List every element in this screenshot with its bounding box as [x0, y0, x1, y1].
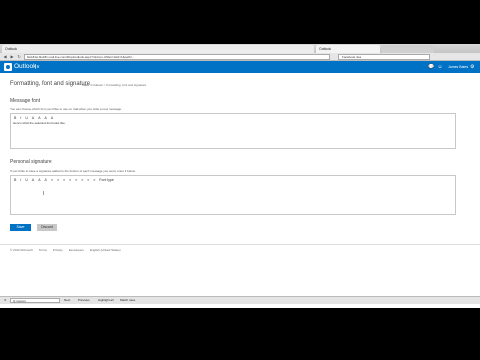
signature-toolbar: B I U A A A ≡ ≡ ≡ ≡ ≡ ≡ ≡ ≡ Font type: [14, 178, 118, 182]
footer-link-1[interactable]: Terms: [39, 248, 47, 252]
mf-tool-2[interactable]: U: [25, 116, 28, 120]
sig-tool-1[interactable]: I: [20, 178, 21, 182]
find-previous-button[interactable]: Previous: [78, 297, 90, 304]
sig-tool-4[interactable]: A: [38, 178, 40, 182]
user-name[interactable]: James Bates: [448, 62, 468, 72]
font-sample-text: Here's what the selected font looks like…: [13, 121, 66, 125]
message-font-description: You can choose which font you'd like to …: [10, 107, 122, 111]
sig-tool-12[interactable]: ≡: [87, 178, 89, 182]
sig-tool-6[interactable]: ≡: [51, 178, 53, 182]
message-font-heading: Message font: [10, 98, 41, 104]
sig-tool-11[interactable]: ≡: [81, 178, 83, 182]
find-bar: ✕ Q mycom Next Previous Highlight all Ma…: [0, 296, 480, 304]
browser-search-input[interactable]: Facebook 4oa: [338, 54, 430, 60]
signature-heading: Personal signature: [10, 159, 52, 165]
mf-tool-4[interactable]: A: [38, 116, 40, 120]
footer-link-3[interactable]: Developers: [69, 248, 84, 252]
sig-tool-7[interactable]: ≡: [57, 178, 59, 182]
mf-tool-6[interactable]: A: [51, 116, 53, 120]
sig-tool-2[interactable]: U: [25, 178, 28, 182]
chat-icon[interactable]: 💬: [428, 64, 434, 70]
footer: © 2012 Microsoft Terms Privacy Developers En…: [10, 248, 127, 252]
text-cursor-icon: I: [43, 191, 45, 197]
sig-tool-5[interactable]: A: [45, 178, 47, 182]
mf-tool-1[interactable]: I: [20, 116, 21, 120]
footer-link-0: © 2012 Microsoft: [10, 248, 33, 252]
forward-icon[interactable]: ▶: [9, 54, 15, 60]
sig-tool-14[interactable]: Font type: [99, 178, 114, 182]
tab-outlook-2[interactable]: Outlook: [316, 45, 380, 53]
footer-divider: [0, 244, 480, 245]
mf-tool-5[interactable]: A: [45, 116, 47, 120]
people-icon[interactable]: ☺: [437, 64, 443, 70]
sig-tool-8[interactable]: ≡: [63, 178, 65, 182]
sig-tool-10[interactable]: ≡: [75, 178, 77, 182]
reload-icon[interactable]: ↻: [16, 54, 22, 60]
tab-outlook[interactable]: Outlook: [2, 45, 314, 53]
sig-tool-13[interactable]: ≡: [93, 178, 95, 182]
find-next-button[interactable]: Next: [64, 297, 70, 304]
browser-toolbar: ◀ ▶ ↻ blu181w.blu181.mail.live.com/#/opt…: [0, 53, 480, 61]
breadcrumb[interactable]: Make it Outlook > Formatting, font and s…: [82, 83, 146, 87]
match-case-checkbox[interactable]: Match case: [120, 297, 135, 304]
sig-tool-3[interactable]: A: [32, 178, 34, 182]
app-name[interactable]: Outlook: [14, 62, 36, 72]
signature-editor[interactable]: B I U A A A ≡ ≡ ≡ ≡ ≡ ≡ ≡ ≡ Font type I: [10, 175, 456, 215]
highlight-all-button[interactable]: Highlight all: [98, 297, 114, 304]
tab-bar: Outlook Outlook: [0, 44, 480, 53]
signature-description: If you'd like to have a signature added …: [10, 169, 136, 173]
tab-new[interactable]: [382, 45, 434, 53]
mf-tool-3[interactable]: A: [32, 116, 34, 120]
sig-tool-9[interactable]: ≡: [69, 178, 71, 182]
footer-link-4[interactable]: English (United States): [90, 248, 121, 252]
outlook-logo-icon[interactable]: [4, 63, 12, 71]
footer-link-2[interactable]: Privacy: [53, 248, 63, 252]
mf-tool-0[interactable]: B: [14, 116, 16, 120]
back-icon[interactable]: ◀: [2, 54, 8, 60]
sig-tool-0[interactable]: B: [14, 178, 16, 182]
save-button[interactable]: Save: [10, 224, 31, 231]
page-title: Formatting, font and signature: [10, 81, 91, 87]
close-icon[interactable]: ✕: [4, 297, 7, 304]
discard-button[interactable]: Discard: [37, 224, 57, 231]
message-font-editor[interactable]: BIUAAAA Here's what the selected font lo…: [10, 113, 456, 149]
address-bar[interactable]: blu181w.blu181.mail.live.com/#/opt/outlo…: [24, 54, 330, 60]
browser-window: Outlook Outlook ◀ ▶ ↻ blu181w.blu181.mai…: [0, 44, 480, 308]
message-font-toolbar: BIUAAAA: [14, 116, 57, 120]
app-switcher-chevron-icon[interactable]: |∨: [35, 62, 40, 72]
find-input[interactable]: Q mycom: [10, 298, 60, 303]
outlook-header: Outlook |∨ 💬 ☺ James Bates ⚙: [0, 61, 480, 73]
gear-icon[interactable]: ⚙: [470, 64, 474, 70]
